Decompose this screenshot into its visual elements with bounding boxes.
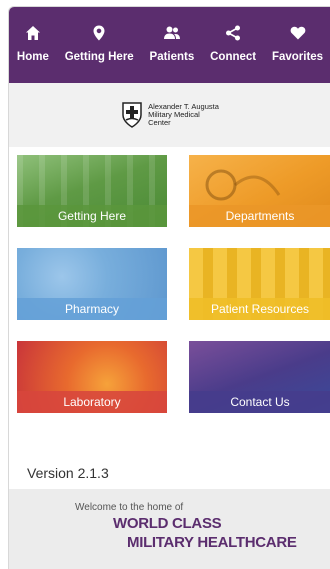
nav-patients-label: Patients — [149, 51, 195, 63]
nav-home-label: Home — [16, 51, 49, 63]
share-icon — [226, 25, 241, 41]
tile-label: Patient Resources — [189, 298, 330, 320]
location-pin-icon — [93, 25, 105, 41]
nav-favorites-label: Favorites — [271, 51, 324, 63]
nav-connect[interactable]: Connect — [210, 25, 256, 63]
nav-patients[interactable]: Patients — [149, 25, 195, 63]
tile-label: Departments — [189, 205, 330, 227]
tile-label: Getting Here — [17, 205, 167, 227]
tile-pharmacy[interactable]: Pharmacy — [17, 248, 167, 320]
people-icon — [163, 26, 180, 39]
logo-line-3: Center — [148, 118, 171, 127]
top-nav: Home Getting Here Patients Connect Favor… — [9, 7, 330, 83]
tile-label: Laboratory — [17, 391, 167, 413]
tile-laboratory[interactable]: Laboratory — [17, 341, 167, 413]
footer-headline-2: MILITARY HEALTHCARE — [127, 534, 297, 551]
nav-connect-label: Connect — [210, 51, 257, 63]
logo-band: Alexander T. Augusta Military Medical Ce… — [9, 83, 330, 147]
tile-departments[interactable]: Departments — [189, 155, 330, 227]
nav-getting-here-label: Getting Here — [64, 51, 134, 63]
home-icon — [25, 26, 40, 40]
nav-getting-here[interactable]: Getting Here — [65, 25, 134, 63]
footer-welcome: Welcome to the home of — [75, 502, 184, 513]
nav-favorites[interactable]: Favorites — [272, 25, 323, 63]
tile-label: Pharmacy — [17, 298, 167, 320]
footer-headline-1: WORLD CLASS — [113, 515, 222, 532]
tile-getting-here[interactable]: Getting Here — [17, 155, 167, 227]
app-frame: Home Getting Here Patients Connect Favor… — [8, 6, 330, 569]
shield-cross-icon — [122, 102, 142, 128]
medical-center-logo: Alexander T. Augusta Military Medical Ce… — [121, 101, 219, 129]
tile-label: Contact Us — [189, 391, 330, 413]
tile-contact-us[interactable]: Contact Us — [189, 341, 330, 413]
heart-icon — [290, 26, 305, 40]
footer-banner: Welcome to the home of WORLD CLASS MILIT… — [9, 489, 330, 569]
nav-home[interactable]: Home — [17, 25, 49, 63]
app-version: Version 2.1.3 — [27, 465, 109, 481]
tile-patient-resources[interactable]: Patient Resources — [189, 248, 330, 320]
